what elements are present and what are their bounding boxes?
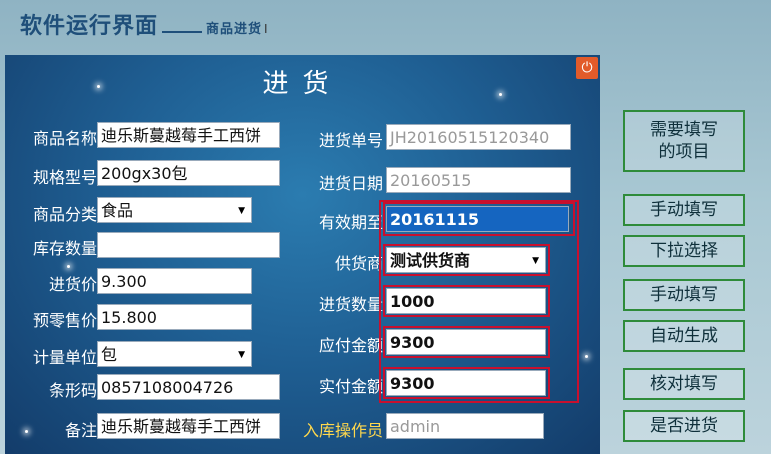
label-retail-price: 预零售价 bbox=[32, 311, 97, 330]
label-barcode: 条形码 bbox=[48, 381, 97, 400]
label-stock: 库存数量 bbox=[32, 239, 97, 258]
label-expiry: 有效期至 bbox=[318, 213, 383, 232]
label-order-no: 进货单号 bbox=[318, 131, 383, 150]
annotation-dropdown-select: 下拉选择 bbox=[623, 235, 745, 267]
unit-value: 包 bbox=[101, 345, 118, 364]
label-category: 商品分类 bbox=[32, 205, 97, 224]
label-quantity: 进货数量 bbox=[318, 295, 383, 314]
label-supplier: 供货商 bbox=[334, 254, 383, 273]
dropdown-arrow-icon: ▼ bbox=[238, 206, 245, 216]
remark-input[interactable]: 迪乐斯蔓越莓手工西饼 bbox=[97, 413, 280, 439]
date-input: 20160515 bbox=[386, 167, 571, 193]
label-remark: 备注 bbox=[64, 421, 97, 440]
product-name-input[interactable]: 迪乐斯蔓越莓手工西饼 bbox=[97, 122, 280, 148]
label-purchase-price: 进货价 bbox=[48, 275, 97, 294]
annotation-manual-fill-1: 手动填写 bbox=[623, 194, 745, 226]
order-no-input: JH20160515120340 bbox=[386, 124, 571, 150]
category-select[interactable]: 食品 ▼ bbox=[97, 197, 252, 223]
highlight-group-box bbox=[379, 200, 579, 403]
slide-title-text: 软件运行界面 bbox=[20, 14, 159, 39]
operator-input: admin bbox=[386, 413, 544, 439]
annotation-verify-fill: 核对填写 bbox=[623, 368, 745, 400]
text-cursor-icon: I bbox=[264, 22, 269, 36]
category-value: 食品 bbox=[101, 201, 134, 220]
label-spec: 规格型号 bbox=[32, 168, 97, 187]
label-date: 进货日期 bbox=[318, 174, 383, 193]
purchase-window: 进货 ⏻ 商品名称 迪乐斯蔓越莓手工西饼 规格型号 200gx30包 商品分类 … bbox=[5, 55, 600, 454]
annotation-auto-generate: 自动生成 bbox=[623, 320, 745, 352]
barcode-input[interactable]: 0857108004726 bbox=[97, 374, 280, 400]
dropdown-arrow-icon: ▼ bbox=[238, 350, 245, 360]
sparkle-decoration bbox=[67, 265, 70, 268]
label-payable: 应付金额 bbox=[318, 336, 383, 355]
unit-select[interactable]: 包 ▼ bbox=[97, 341, 252, 367]
annotation-required-fields: 需要填写 的项目 bbox=[623, 110, 745, 172]
slide-subtitle: 商品进货 bbox=[206, 22, 263, 37]
purchase-price-input[interactable]: 9.300 bbox=[97, 268, 252, 294]
retail-price-input[interactable]: 15.800 bbox=[97, 304, 252, 330]
label-unit: 计量单位 bbox=[32, 348, 97, 367]
title-underline bbox=[162, 31, 203, 33]
annotation-confirm-purchase: 是否进货 bbox=[623, 410, 745, 442]
sparkle-decoration bbox=[585, 355, 588, 358]
slide-title: 软件运行界面 商品进货 I bbox=[20, 8, 269, 40]
stock-input[interactable] bbox=[97, 232, 280, 258]
window-title: 进货 bbox=[262, 69, 343, 99]
spec-input[interactable]: 200gx30包 bbox=[97, 160, 280, 186]
label-operator: 入库操作员 bbox=[302, 421, 383, 440]
power-icon[interactable]: ⏻ bbox=[576, 57, 598, 79]
label-product-name: 商品名称 bbox=[32, 129, 97, 148]
annotation-manual-fill-2: 手动填写 bbox=[623, 279, 745, 311]
label-paid: 实付金额 bbox=[318, 377, 383, 396]
